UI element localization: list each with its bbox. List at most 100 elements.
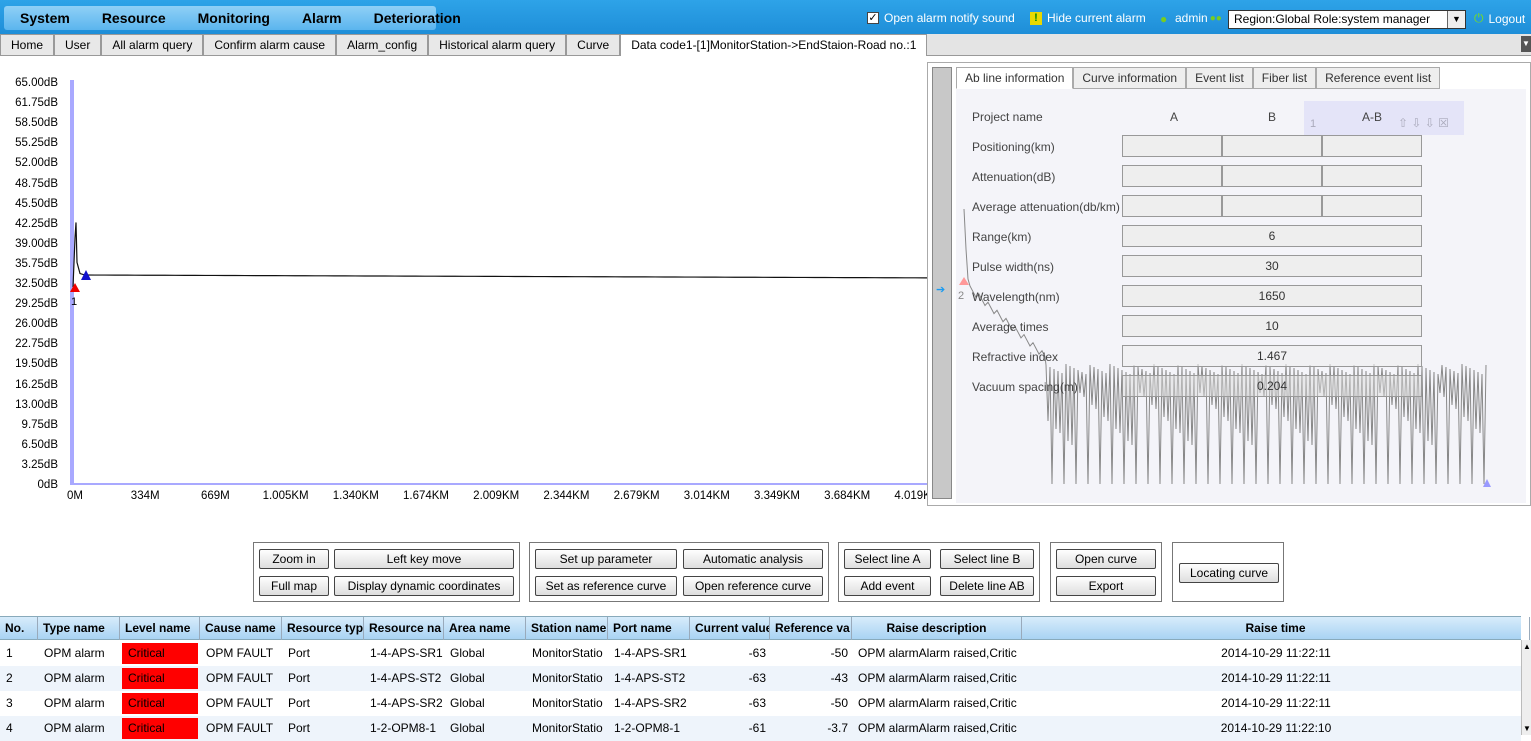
ab-line-info-body: 2 1 ⇧ ⇩ ⇩ ☒ Project name A B A-B Positio… [956,89,1526,503]
open-curve-button[interactable]: Open curve [1056,549,1156,569]
x-tick-label: 1.674KM [402,490,450,502]
tab-fiber-list[interactable]: Fiber list [1252,67,1317,89]
line-group: Select line A Select line B Add event De… [838,542,1040,602]
table-cell: -43 [830,671,848,685]
zoom-in-button[interactable]: Zoom in [259,549,329,569]
scroll-down-icon[interactable]: ▼ [1523,724,1531,733]
set-as-reference-curve-button[interactable]: Set as reference curve [535,576,677,596]
table-cell: OPM FAULT [206,646,274,660]
y-tick-label: 19.50dB [15,358,58,371]
table-cell: -50 [830,646,848,660]
column-header[interactable]: Cause name [200,617,282,640]
left-key-move-button[interactable]: Left key move [334,549,514,569]
table-cell: OPM alarmAlarm raised,Critic [858,646,1017,660]
positioning-a [1122,135,1222,157]
hide-alarm-toggle[interactable]: ! Hide current alarm [1030,11,1146,25]
column-header[interactable]: Level name [120,617,200,640]
export-button[interactable]: Export [1056,576,1156,596]
column-header[interactable]: Raise time [1022,617,1530,640]
y-tick-label: 42.25dB [15,217,58,230]
region-select[interactable]: Region:Global Role:system manager ▼ [1228,10,1466,29]
scroll-up-icon[interactable]: ▲ [1523,642,1531,651]
arrow-right-icon[interactable]: ➔ [936,283,945,296]
full-map-button[interactable]: Full map [259,576,329,596]
column-header[interactable]: Area name [444,617,526,640]
display-dynamic-coordinates-button[interactable]: Display dynamic coordinates [334,576,514,596]
column-header[interactable]: Current value [690,617,770,640]
tab-menu-icon[interactable]: ▼ [1521,36,1531,52]
column-header[interactable]: Station name [526,617,608,640]
set-up-parameter-button[interactable]: Set up parameter [535,549,677,569]
column-header[interactable]: Reference va [770,617,852,640]
x-tick-label: 669M [201,490,230,502]
file-group: Open curve Export [1050,542,1162,602]
mini-toolbar-icons[interactable]: ⇧ ⇩ ⇩ ☒ [1398,116,1449,130]
table-row[interactable]: 1 OPM alarm Critical OPM FAULT Port 1-4-APS-S… [0,641,1521,666]
label-positioning: Positioning(km) [972,140,1055,154]
main-menu: System Resource Monitoring Alarm Deterio… [4,6,461,30]
table-cell: Global [450,646,485,660]
col-b-header: B [1268,110,1277,124]
tab-historical-alarm-query[interactable]: Historical alarm query [428,34,567,55]
y-tick-label: 39.00dB [15,237,58,250]
trace-line [72,222,936,288]
column-header[interactable]: Port name [608,617,690,640]
menu-system[interactable]: System [4,10,86,26]
tab-curve[interactable]: Curve [566,34,621,55]
tab-reference-event-list[interactable]: Reference event list [1316,67,1441,89]
attenuation-b [1222,165,1322,187]
logout-link[interactable]: ⏻ Logout [1474,11,1525,26]
column-header[interactable]: No. [0,617,38,640]
delete-line-ab-button[interactable]: Delete line AB [940,576,1034,596]
y-tick-label: 48.75dB [15,177,58,190]
table-cell: -3.7 [827,721,848,735]
menu-resource[interactable]: Resource [86,10,182,26]
alarm-sound-checkbox[interactable]: ✓ [867,12,879,24]
column-header[interactable]: Resource na [364,617,444,640]
table-row[interactable]: 4 OPM alarm Critical OPM FAULT Port 1-2-OPM8-… [0,716,1521,741]
table-cell: 1 [6,646,13,660]
tab-data-code[interactable]: Data code1-[1]MonitorStation->EndStaion-… [620,34,928,56]
y-tick-label: 13.00dB [15,398,58,411]
chevron-down-icon[interactable]: ▼ [1447,11,1465,28]
column-header[interactable]: Raise description [852,617,1022,640]
menu-deterioration[interactable]: Deterioration [358,10,477,26]
add-event-button[interactable]: Add event [844,576,931,596]
automatic-analysis-button[interactable]: Automatic analysis [683,549,823,569]
column-header[interactable]: Resource typ [282,617,364,640]
alarm-sound-toggle[interactable]: ✓ Open alarm notify sound [867,11,1015,25]
locating-curve-button[interactable]: Locating curve [1179,563,1279,583]
tab-alarm-config[interactable]: Alarm_config [336,34,429,55]
alarm-table: No. Type name Level name Cause name Resource… [0,616,1530,741]
tab-ab-line-information[interactable]: Ab line information [956,67,1074,89]
level-badge: Critical [122,643,198,664]
table-cell: Port [288,646,311,660]
column-header[interactable]: Type name [38,617,120,640]
menu-alarm[interactable]: Alarm [286,10,358,26]
open-reference-curve-button[interactable]: Open reference curve [683,576,823,596]
y-tick-label: 29.25dB [15,298,58,311]
tab-user[interactable]: User [54,34,102,55]
col-ab-header: A-B [1362,110,1383,124]
label-attenuation: Attenuation(dB) [972,170,1056,184]
wavelength-value: 1650 [1122,285,1422,307]
table-row[interactable]: 2 OPM alarm Critical OPM FAULT Port 1-4-APS-S… [0,666,1521,691]
tab-event-list[interactable]: Event list [1186,67,1253,89]
table-cell: 3 [6,696,13,710]
table-cell: MonitorStatio [532,646,603,660]
label-project-name: Project name [972,110,1043,124]
table-row[interactable]: 3 OPM alarm Critical OPM FAULT Port 1-4-APS-S… [0,691,1521,716]
table-cell: OPM FAULT [206,696,274,710]
tab-curve-information[interactable]: Curve information [1073,67,1187,89]
attenuation-ab [1322,165,1422,187]
select-line-b-button[interactable]: Select line B [940,549,1034,569]
tab-home[interactable]: Home [0,34,55,55]
chart-plot[interactable]: 1 [0,56,940,516]
table-scrollbar[interactable]: ▲ ▼ [1521,640,1531,735]
select-line-a-button[interactable]: Select line A [844,549,931,569]
mini-toolbar-index: 1 [1310,118,1317,130]
tab-confirm-alarm-cause[interactable]: Confirm alarm cause [203,34,337,55]
otdr-chart[interactable]: 1 65.00dB 61.75dB 58.50dB 55.25dB 52.00dB 48.… [0,56,1502,516]
menu-monitoring[interactable]: Monitoring [182,10,286,26]
tab-all-alarm-query[interactable]: All alarm query [101,34,204,55]
